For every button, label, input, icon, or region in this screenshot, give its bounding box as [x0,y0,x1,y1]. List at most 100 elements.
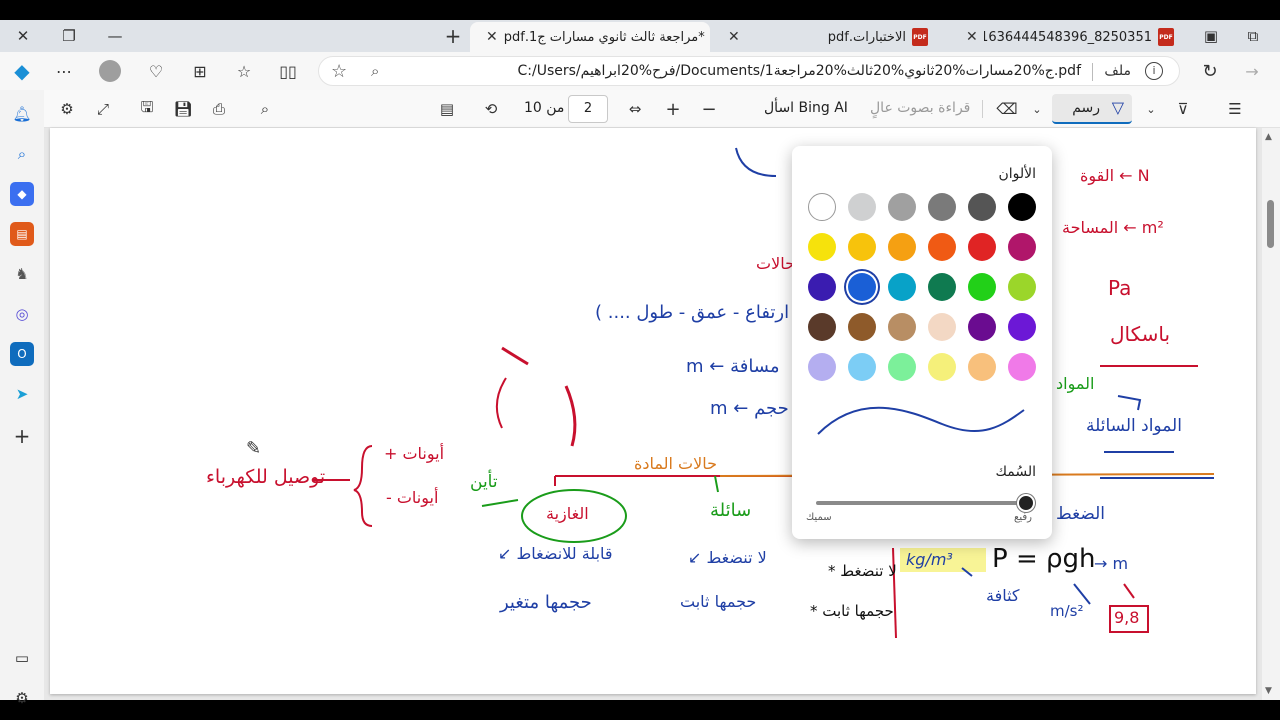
draw-button[interactable]: رسم ▽ [1052,94,1132,124]
tab-active[interactable]: ✕ *مراجعة ثالث ثانوي مسارات ج1.pdf PDF [470,22,710,52]
note-volume: حجم ← m [710,398,789,419]
workspaces-icon[interactable]: ⧉ [1238,24,1268,48]
refresh-icon[interactable]: ↻ [1196,58,1224,84]
color-swatch[interactable] [848,353,876,381]
color-swatch[interactable] [928,193,956,221]
color-swatch[interactable] [888,233,916,261]
print-icon[interactable]: ⎙ [208,98,230,120]
note-force: N ← القوة [1080,166,1150,185]
collections-icon[interactable]: ⊞ [186,58,214,84]
ask-bing-button[interactable]: اسأل Bing AI [764,100,848,116]
close-tab-icon[interactable]: ✕ [486,29,498,45]
color-swatch[interactable] [928,313,956,341]
pdf-page[interactable]: ↙ ( ارتفاع - عمق - طول .... ) مسافة ← m … [50,128,1256,694]
color-swatch[interactable] [848,273,876,301]
color-swatch[interactable] [928,273,956,301]
tab-chapter[interactable]: ✕ 8250351_1636444548396_الفصل PDF [950,22,1190,52]
thickness-slider-handle[interactable] [1017,494,1035,512]
add-icon[interactable]: + [10,424,34,448]
restore-icon[interactable]: ❐ [54,24,84,48]
games-icon[interactable]: ♞ [10,262,34,286]
tab-strip: ✕ ❐ — + ✕ *مراجعة ثالث ثانوي مسارات ج1.p… [0,20,1280,52]
zoom-icon[interactable]: ⌕ [371,62,379,80]
more-icon[interactable]: ⋯ [50,58,78,84]
color-swatch[interactable] [808,193,836,221]
color-swatch[interactable] [928,233,956,261]
page-number-input[interactable]: 2 [568,95,608,123]
color-swatch[interactable] [968,353,996,381]
file-label: ملف [1104,63,1131,79]
new-tab-icon[interactable]: + [438,24,468,48]
tab-title: 8250351_1636444548396_الفصل [983,29,1152,45]
shopping-icon[interactable]: ◆ [10,182,34,206]
scrollbar-thumb[interactable] [1267,200,1274,248]
fullscreen-icon[interactable]: ⤢ [92,98,114,120]
color-swatch[interactable] [808,353,836,381]
scroll-down-icon[interactable]: ▼ [1265,686,1272,696]
color-swatch[interactable] [888,273,916,301]
color-swatch[interactable] [928,353,956,381]
fit-width-icon[interactable]: ⇔ [624,98,646,120]
color-swatch[interactable] [888,353,916,381]
thick-label: سميك [806,512,832,523]
zoom-in-icon[interactable]: + [662,98,684,120]
color-swatch[interactable] [1008,233,1036,261]
address-bar[interactable]: ☆ ⌕ C:/Users/فرح%20ابراهيم/Documents/1ج%… [318,56,1180,86]
outlook-icon[interactable]: O [10,342,34,366]
chevron-down-icon[interactable]: ⌄ [1028,98,1046,120]
split-screen-icon[interactable]: ▯▯ [274,58,302,84]
favorites-icon[interactable]: ☆ [230,58,258,84]
copilot-icon[interactable]: ◆ [8,58,36,84]
browser-essentials-icon[interactable]: ♡ [142,58,170,84]
microsoft365-icon[interactable]: ◎ [10,302,34,326]
tab-exams[interactable]: ✕ الاختبارات.pdf PDF [712,22,944,52]
color-swatch[interactable] [848,193,876,221]
tools-icon[interactable]: ▤ [10,222,34,246]
send-icon[interactable]: ➤ [10,382,34,406]
color-swatch[interactable] [968,233,996,261]
color-swatch[interactable] [848,233,876,261]
note-pressure: الضغط [1056,504,1105,524]
save-icon[interactable]: 💾︎ [172,98,194,120]
close-tab-icon[interactable]: ✕ [728,29,740,45]
save-as-icon[interactable]: 🖫 [136,98,158,120]
scroll-up-icon[interactable]: ▲ [1265,132,1272,142]
highlighter-icon[interactable]: ⊽ [1172,98,1194,120]
color-swatch[interactable] [888,193,916,221]
color-swatch[interactable] [888,313,916,341]
info-icon[interactable]: i [1145,62,1163,80]
rotate-icon[interactable]: ⟲ [480,98,502,120]
page-view-icon[interactable]: ▤ [436,98,458,120]
color-swatch[interactable] [968,313,996,341]
minimize-icon[interactable]: — [100,24,130,48]
eraser-icon[interactable]: ⌫ [996,98,1018,120]
note-pressure-formula: P = ρgh [992,544,1096,574]
settings-gear-icon[interactable]: ⚙ [56,98,78,120]
bell-icon[interactable]: 🔔︎ [10,102,34,126]
color-swatch[interactable] [1008,353,1036,381]
thickness-slider[interactable] [816,501,1026,505]
scrollbar[interactable]: ▲ ▼ [1262,128,1280,700]
zoom-out-icon[interactable]: − [698,98,720,120]
contents-icon[interactable]: ☰ [1224,98,1246,120]
favorite-star-icon[interactable]: ☆ [331,61,347,82]
profile-avatar[interactable] [96,58,124,84]
search-icon[interactable]: ⌕ [10,142,34,166]
settings-icon[interactable]: ⚙ [10,686,34,710]
color-swatch[interactable] [1008,273,1036,301]
color-swatch[interactable] [808,273,836,301]
close-tab-icon[interactable]: ✕ [966,29,978,45]
color-swatch[interactable] [1008,313,1036,341]
thin-label: رفيع [1014,512,1032,523]
color-swatch[interactable] [808,233,836,261]
tab-actions-icon[interactable]: ▣ [1196,24,1226,48]
chevron-down-icon[interactable]: ⌄ [1142,98,1160,120]
close-window-icon[interactable]: ✕ [8,24,38,48]
sidebar-toggle-icon[interactable]: ▭ [10,646,34,670]
color-swatch[interactable] [968,273,996,301]
color-swatch[interactable] [1008,193,1036,221]
color-swatch[interactable] [808,313,836,341]
color-swatch[interactable] [848,313,876,341]
find-icon[interactable]: ⌕ [254,98,276,120]
color-swatch[interactable] [968,193,996,221]
